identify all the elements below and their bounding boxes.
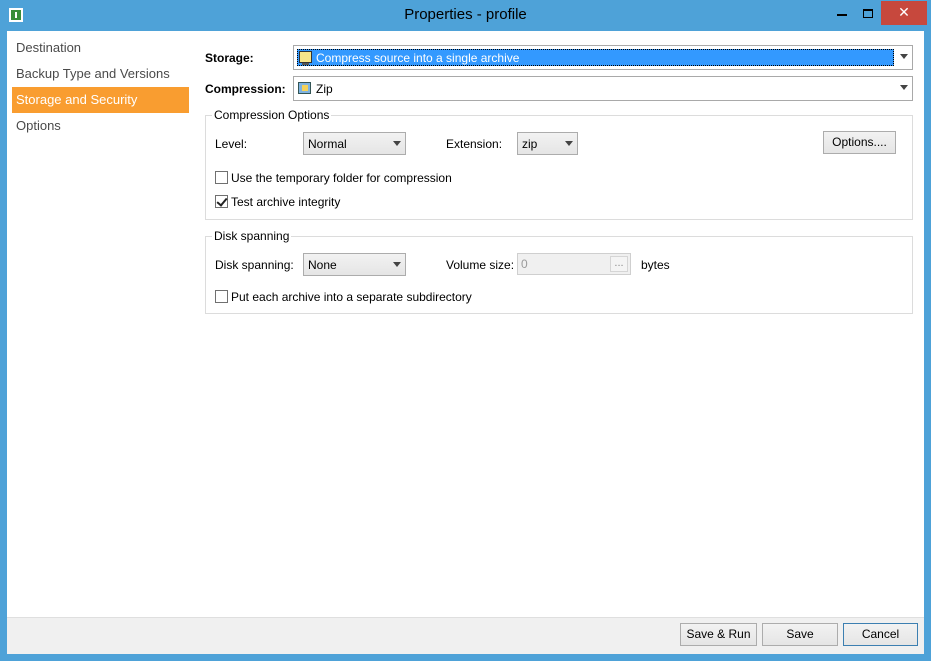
window-title: Properties - profile bbox=[404, 6, 527, 23]
bytes-label: bytes bbox=[641, 258, 670, 272]
disk-spanning-value: None bbox=[308, 258, 337, 272]
level-label: Level: bbox=[215, 137, 248, 151]
zip-archive-icon bbox=[298, 82, 311, 94]
temp-folder-checkbox[interactable] bbox=[215, 171, 228, 184]
dialog-client-area: Destination Backup Type and Versions Sto… bbox=[7, 31, 924, 654]
minimize-icon bbox=[837, 14, 847, 17]
disk-spanning-title: Disk spanning bbox=[212, 229, 292, 243]
maximize-button[interactable] bbox=[855, 1, 881, 25]
cancel-button[interactable]: Cancel bbox=[843, 623, 918, 646]
dialog-footer: Save & Run Save Cancel bbox=[7, 617, 924, 654]
close-button[interactable]: ✕ bbox=[881, 1, 927, 25]
disk-spanning-group: Disk spanning Disk spanning: None Volume… bbox=[205, 229, 913, 314]
chevron-down-icon bbox=[900, 54, 908, 59]
compression-options-title: Compression Options bbox=[212, 108, 332, 122]
sidebar-item-destination[interactable]: Destination bbox=[12, 35, 189, 61]
monitor-icon bbox=[299, 51, 312, 65]
level-dropdown[interactable]: Normal bbox=[303, 132, 406, 155]
subdirectory-checkbox-row[interactable]: Put each archive into a separate subdire… bbox=[215, 289, 515, 305]
extension-value: zip bbox=[522, 137, 538, 151]
sidebar-item-storage-and-security[interactable]: Storage and Security bbox=[12, 87, 189, 113]
volume-size-input[interactable]: 0 ... bbox=[517, 253, 631, 275]
sidebar-nav: Destination Backup Type and Versions Sto… bbox=[12, 35, 189, 139]
compression-options-button[interactable]: Options.... bbox=[823, 131, 896, 154]
properties-window: Properties - profile ✕ Destination Backu… bbox=[0, 0, 931, 661]
storage-value: Compress source into a single archive bbox=[316, 51, 520, 65]
volume-size-value: 0 bbox=[521, 257, 528, 271]
level-value: Normal bbox=[308, 137, 347, 151]
volume-size-label: Volume size: bbox=[446, 258, 515, 272]
test-integrity-checkbox-row[interactable]: Test archive integrity bbox=[215, 194, 415, 210]
storage-selected-value: Compress source into a single archive bbox=[297, 49, 894, 66]
temp-folder-label: Use the temporary folder for compression bbox=[231, 171, 452, 185]
title-bar[interactable]: Properties - profile ✕ bbox=[0, 0, 931, 30]
chevron-down-icon bbox=[900, 85, 908, 90]
compression-combobox[interactable]: Zip bbox=[293, 76, 913, 101]
extension-label: Extension: bbox=[446, 137, 503, 151]
subdirectory-label: Put each archive into a separate subdire… bbox=[231, 290, 472, 304]
extension-dropdown[interactable]: zip bbox=[517, 132, 578, 155]
test-integrity-checkbox[interactable] bbox=[215, 195, 228, 208]
compression-value: Zip bbox=[316, 82, 333, 96]
sidebar-item-backup-type-and-versions[interactable]: Backup Type and Versions bbox=[12, 61, 189, 87]
storage-label: Storage: bbox=[205, 51, 254, 65]
storage-combobox[interactable]: Compress source into a single archive bbox=[293, 45, 913, 70]
test-integrity-label: Test archive integrity bbox=[231, 195, 341, 209]
sidebar-item-options[interactable]: Options bbox=[12, 113, 189, 139]
temp-folder-checkbox-row[interactable]: Use the temporary folder for compression bbox=[215, 170, 515, 186]
chevron-down-icon bbox=[393, 141, 401, 146]
minimize-button[interactable] bbox=[829, 1, 855, 25]
subdirectory-checkbox[interactable] bbox=[215, 290, 228, 303]
compression-label: Compression: bbox=[205, 82, 286, 96]
chevron-down-icon bbox=[565, 141, 573, 146]
save-and-run-button[interactable]: Save & Run bbox=[680, 623, 757, 646]
compression-options-group: Compression Options Level: Normal Extens… bbox=[205, 108, 913, 220]
chevron-down-icon bbox=[393, 262, 401, 267]
disk-spanning-label: Disk spanning: bbox=[215, 258, 294, 272]
volume-size-browse-button[interactable]: ... bbox=[610, 256, 628, 272]
save-button[interactable]: Save bbox=[762, 623, 838, 646]
maximize-icon bbox=[863, 8, 873, 18]
disk-spanning-dropdown[interactable]: None bbox=[303, 253, 406, 276]
close-icon: ✕ bbox=[898, 4, 910, 20]
